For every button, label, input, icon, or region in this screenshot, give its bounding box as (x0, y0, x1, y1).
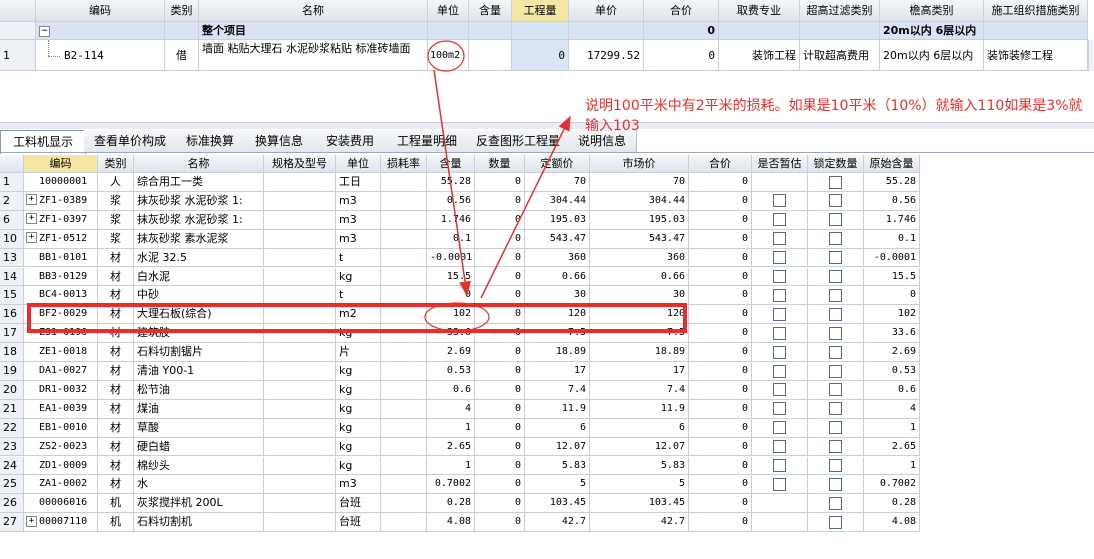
content-highlight-ellipse (424, 302, 490, 332)
arrow-to-note (480, 115, 571, 299)
row-highlight-box (27, 303, 687, 333)
annotation-overlay (27, 40, 687, 333)
arrow-to-content (433, 69, 471, 297)
unit-highlight-ellipse (427, 40, 465, 72)
